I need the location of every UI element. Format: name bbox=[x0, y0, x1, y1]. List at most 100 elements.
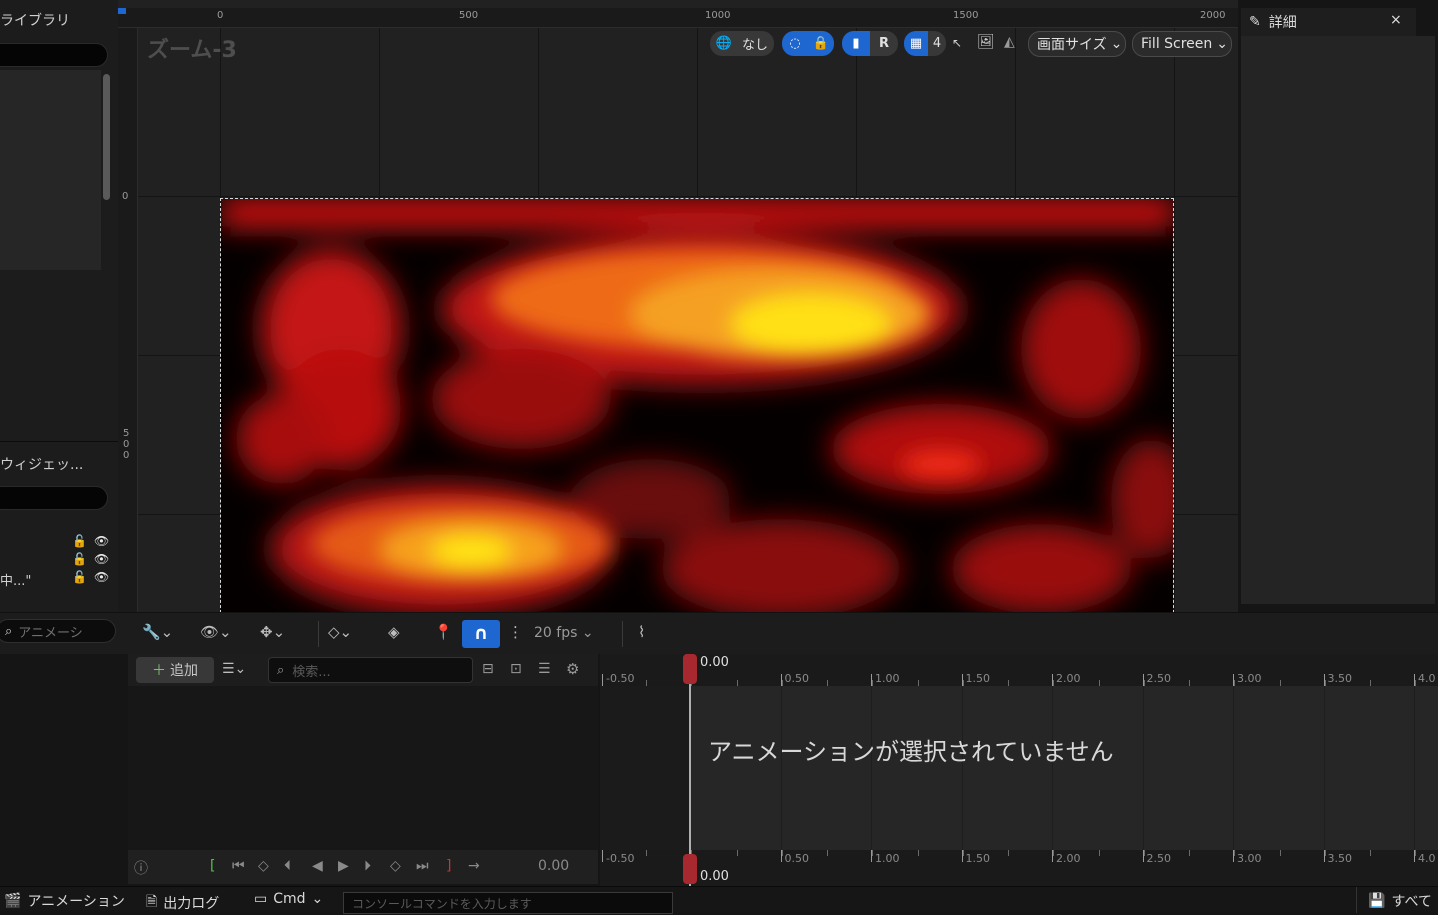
details-content bbox=[1241, 36, 1435, 604]
unlock-icon[interactable]: 🔓 bbox=[72, 552, 87, 566]
cmd-dropdown[interactable]: ▭ Cmd ⌄ bbox=[254, 891, 323, 907]
timeline[interactable]: -0.50 0.50 1.00 1.50 2.00 2.50 3.00 3.50 4.0 -0.… bbox=[600, 654, 1438, 886]
layout-icon[interactable]: ▮ bbox=[842, 31, 870, 56]
eye-icon[interactable]: 👁 bbox=[94, 534, 109, 548]
tree-item-label[interactable]: 中..." bbox=[0, 570, 31, 589]
chevron-down-icon: ⌄ bbox=[311, 891, 324, 907]
collapse-icon[interactable]: ⊟ bbox=[482, 661, 494, 677]
playhead-line[interactable] bbox=[689, 654, 691, 886]
timeline-tick-label: 1.50 bbox=[965, 672, 991, 685]
playhead-handle-bottom[interactable] bbox=[683, 854, 697, 884]
outline-icon[interactable]: ◌ bbox=[782, 31, 808, 56]
close-icon[interactable]: × bbox=[1390, 12, 1402, 28]
lock-toggle-group[interactable]: ◌ 🔒 bbox=[782, 31, 834, 56]
grid-icon[interactable]: ▦ bbox=[904, 31, 928, 56]
timeline-minor-tick bbox=[827, 680, 828, 686]
timeline-minor-tick bbox=[1008, 850, 1009, 856]
prev-key-icon[interactable]: ◇ bbox=[258, 858, 269, 874]
widget-search-input[interactable] bbox=[0, 486, 108, 510]
timeline-tick-label: 3.50 bbox=[1327, 672, 1353, 685]
add-track-button[interactable]: ＋ 追加 bbox=[136, 657, 214, 683]
library-title: ライブラリ bbox=[0, 13, 70, 29]
ruler-origin-marker bbox=[118, 8, 126, 14]
list-icon[interactable]: ☰ bbox=[538, 661, 551, 677]
grid-snap-group[interactable]: ▦ 4 bbox=[904, 31, 946, 56]
output-log-tab[interactable]: 🗎 出力ログ bbox=[146, 891, 219, 915]
search-icon: ⌕ bbox=[5, 623, 13, 639]
image-icon[interactable]: 🖼 bbox=[977, 34, 995, 50]
lock-icon[interactable]: 🔒 bbox=[808, 31, 834, 56]
grid-snap-value[interactable]: 4 bbox=[928, 31, 946, 56]
timeline-minor-tick bbox=[918, 680, 919, 686]
timeline-minor-tick bbox=[782, 850, 783, 856]
animation-tab[interactable]: 🎬 アニメーション bbox=[4, 891, 125, 911]
eye-icon[interactable]: 👁⌄ bbox=[200, 623, 232, 641]
fps-dropdown[interactable]: 20 fps ⌄ bbox=[534, 625, 594, 641]
heatmap-image[interactable] bbox=[220, 198, 1174, 612]
timeline-tick-label: 2.50 bbox=[1146, 672, 1172, 685]
timeline-minor-tick bbox=[1325, 850, 1326, 856]
step-back-icon[interactable]: ⏴ bbox=[284, 858, 291, 874]
range-end-icon[interactable]: ] bbox=[446, 858, 451, 874]
unlock-icon[interactable]: 🔓 bbox=[72, 534, 87, 548]
auto-key-icon[interactable]: ◈ bbox=[388, 623, 400, 641]
library-scrollbar[interactable] bbox=[103, 74, 110, 200]
plus-icon: ＋ bbox=[152, 663, 166, 679]
loop-icon[interactable]: → bbox=[468, 858, 480, 874]
timeline-minor-tick bbox=[1325, 680, 1326, 686]
ruler-label: 0 bbox=[123, 439, 130, 450]
next-key-icon[interactable]: ◇ bbox=[390, 858, 401, 874]
details-panel: ✎ 詳細 × bbox=[1238, 0, 1438, 612]
globe-icon[interactable]: 🌐 bbox=[710, 31, 738, 56]
film-icon: 🎬 bbox=[4, 893, 22, 909]
track-search-input[interactable]: ⌕ 検索... bbox=[268, 657, 473, 683]
key-diamond-icon[interactable]: ◇⌄ bbox=[328, 623, 352, 641]
timeline-major-tick bbox=[602, 674, 603, 686]
respect-locks-group[interactable]: ▮ R bbox=[842, 31, 898, 56]
playhead-time-top: 0.00 bbox=[700, 655, 729, 670]
designer-canvas[interactable]: 0 500 1000 1500 2000 0 5 0 0 ズーム-3 🌐 なし … bbox=[118, 0, 1238, 612]
screen-size-dropdown[interactable]: 画面サイズ ⌄ bbox=[1028, 31, 1126, 57]
transform-icon[interactable]: ✥⌄ bbox=[260, 623, 285, 641]
magnet-icon[interactable]: ∩ bbox=[462, 620, 500, 648]
timeline-minor-tick bbox=[1415, 680, 1416, 686]
filter-icon[interactable]: ☰⌄ bbox=[222, 661, 246, 677]
timeline-tick-label: 1.00 bbox=[875, 852, 900, 865]
gear-icon[interactable]: ⚙ bbox=[566, 660, 579, 678]
fill-mode-label: Fill Screen bbox=[1141, 36, 1213, 52]
step-forward-icon[interactable]: ⏵ bbox=[364, 858, 371, 874]
unlock-icon[interactable]: 🔓 bbox=[72, 570, 87, 584]
r-toggle[interactable]: R bbox=[870, 31, 898, 56]
world-mode-label[interactable]: なし bbox=[738, 31, 772, 56]
timeline-minor-tick bbox=[1234, 680, 1235, 686]
library-search-input[interactable] bbox=[0, 43, 108, 67]
eye-icon[interactable]: 👁 bbox=[94, 552, 109, 566]
save-all-button[interactable]: 💾 すべて bbox=[1368, 891, 1432, 911]
wrench-icon[interactable]: 🔧⌄ bbox=[142, 623, 173, 641]
library-list bbox=[0, 70, 101, 270]
eye-icon[interactable]: 👁 bbox=[94, 570, 109, 584]
status-bar: 🎬 アニメーション 🗎 出力ログ ▭ Cmd ⌄ コンソールコマンドを入力します… bbox=[0, 886, 1438, 915]
mirror-icon[interactable]: ◭ bbox=[1004, 34, 1015, 50]
cursor-icon[interactable]: ↖ bbox=[952, 36, 962, 50]
timeline-minor-tick bbox=[963, 850, 964, 856]
curve-editor-icon[interactable]: ⌇ bbox=[638, 623, 645, 641]
skip-start-icon[interactable]: ⏮ bbox=[232, 858, 245, 874]
range-start-icon[interactable]: [ bbox=[210, 858, 215, 874]
play-icon[interactable]: ▶ bbox=[338, 858, 349, 874]
playhead-time-bottom: 0.00 bbox=[700, 869, 729, 884]
timeline-minor-tick bbox=[1144, 680, 1145, 686]
current-time[interactable]: 0.00 bbox=[538, 858, 569, 874]
fill-screen-dropdown[interactable]: Fill Screen ⌄ bbox=[1132, 31, 1232, 57]
console-input[interactable]: コンソールコマンドを入力します bbox=[343, 892, 673, 914]
marker-icon[interactable]: 📍 bbox=[434, 623, 453, 641]
info-icon[interactable]: ⓘ bbox=[134, 858, 148, 878]
playhead-handle-top[interactable] bbox=[683, 654, 697, 684]
play-reverse-icon[interactable]: ◀ bbox=[312, 858, 323, 874]
animation-search-input[interactable]: ⌕ アニメーシ bbox=[0, 619, 116, 643]
more-icon[interactable]: ⋮ bbox=[508, 623, 523, 641]
expand-icon[interactable]: ⊡ bbox=[510, 661, 522, 677]
world-toggle-group[interactable]: 🌐 なし bbox=[710, 31, 774, 56]
timeline-minor-tick bbox=[782, 680, 783, 686]
skip-end-icon[interactable]: ⏭ bbox=[416, 858, 429, 874]
